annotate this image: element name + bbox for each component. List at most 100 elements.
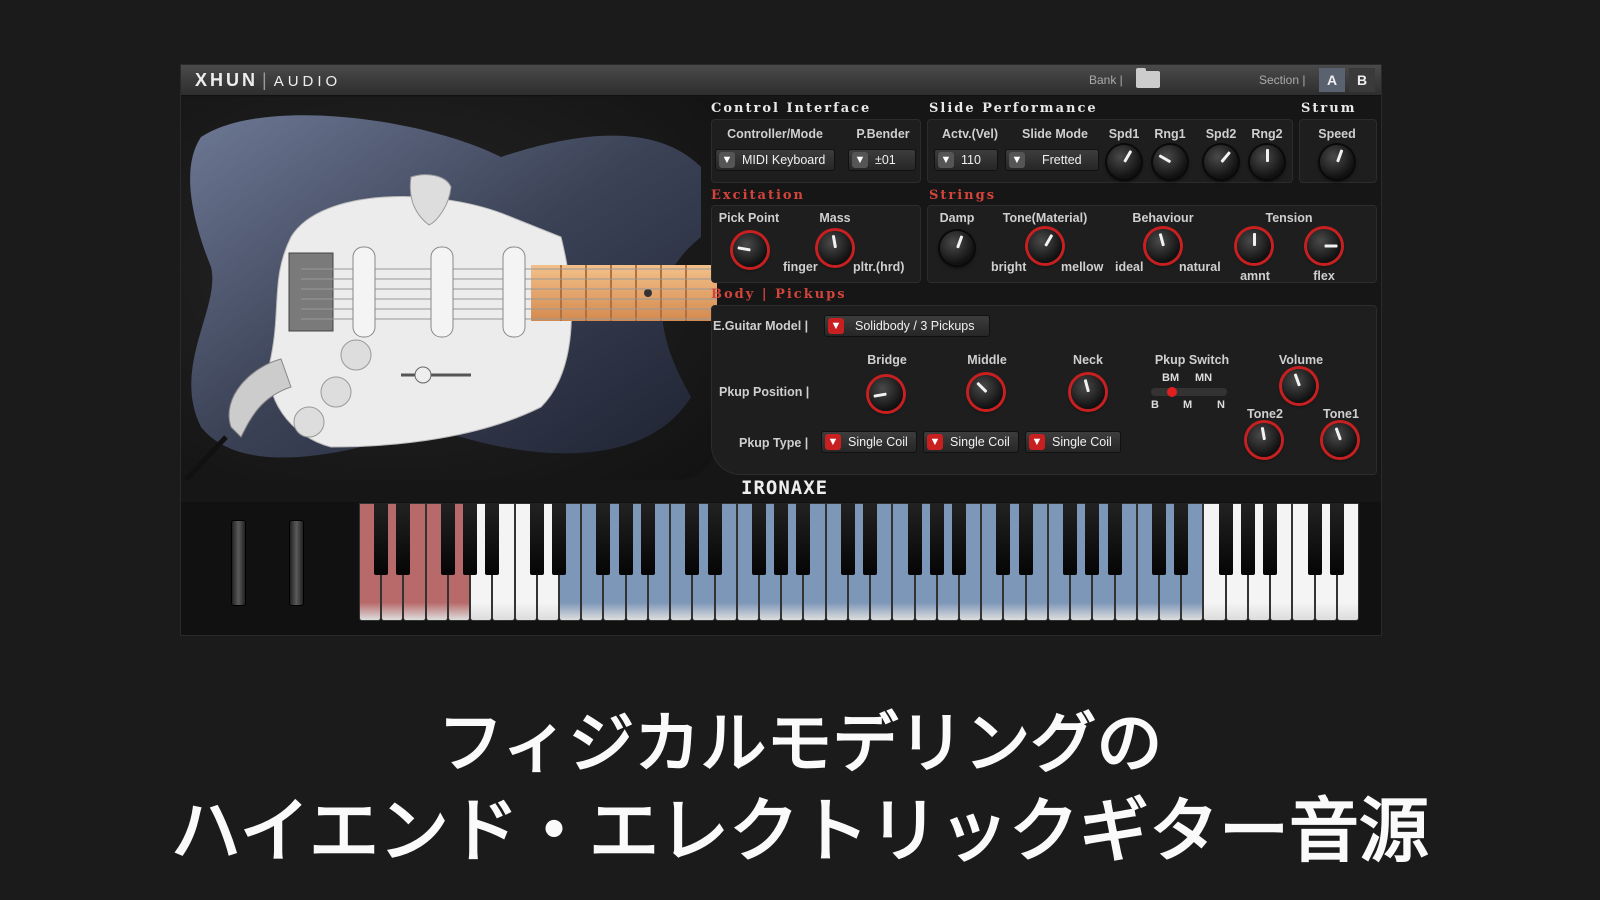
piano-black-key[interactable] (552, 503, 566, 575)
brand-logo: XHUN | AUDIO (195, 70, 341, 91)
spd1-knob[interactable] (1107, 145, 1141, 179)
piano-black-key[interactable] (463, 503, 478, 575)
piano-black-key[interactable] (485, 503, 500, 575)
tension-flex-knob[interactable] (1307, 229, 1341, 263)
piano-black-key[interactable] (440, 503, 455, 575)
piano-black-key[interactable] (863, 503, 878, 575)
knob-indicator (831, 234, 837, 249)
knob-indicator (1253, 233, 1256, 246)
slide-mode-dropdown[interactable]: ▼ Fretted (1005, 149, 1099, 171)
piano-black-key[interactable] (774, 503, 789, 575)
section-b-button[interactable]: B (1349, 68, 1375, 92)
piano-black-key[interactable] (374, 503, 389, 575)
piano-black-key[interactable] (1152, 503, 1166, 575)
piano-black-key[interactable] (840, 503, 855, 575)
mellow-label: mellow (1061, 260, 1104, 274)
folder-icon[interactable] (1136, 68, 1160, 88)
piano-black-key[interactable] (618, 503, 633, 575)
piano-black-key[interactable] (907, 503, 922, 575)
piano-black-key[interactable] (1174, 503, 1189, 575)
pkup-switch-handle[interactable] (1167, 387, 1177, 397)
pitch-wheel[interactable] (231, 520, 246, 606)
flex-label: flex (1313, 269, 1335, 283)
piano-black-key[interactable] (1018, 503, 1033, 575)
brand-separator: | (262, 70, 270, 90)
piano-black-key[interactable] (640, 503, 655, 575)
piano-black-key[interactable] (996, 503, 1011, 575)
actv-vel-dropdown[interactable]: ▼ 110 (934, 149, 998, 171)
bright-label: bright (991, 260, 1027, 274)
tension-amnt-knob[interactable] (1237, 229, 1271, 263)
volume-knob[interactable] (1282, 369, 1316, 403)
tone1-knob[interactable] (1323, 423, 1357, 457)
piano-black-key[interactable] (707, 503, 722, 575)
brand-main: XHUN (195, 70, 259, 90)
piano-black-key[interactable] (1063, 503, 1078, 575)
piano-black-key[interactable] (529, 503, 544, 575)
bridge-label: Bridge (867, 353, 907, 367)
chevron-down-icon: ▼ (938, 152, 954, 168)
piano-black-key[interactable] (1240, 503, 1255, 575)
piano-black-key[interactable] (596, 503, 611, 575)
controller-mode-dropdown[interactable]: ▼ MIDI Keyboard (715, 149, 835, 171)
pkup-switch-track[interactable] (1151, 388, 1227, 396)
pick-point-knob[interactable] (733, 233, 767, 267)
middle-knob[interactable] (969, 375, 1003, 409)
middle-label: Middle (967, 353, 1007, 367)
piano-black-key[interactable] (952, 503, 966, 575)
spd1-label: Spd1 (1108, 127, 1140, 141)
piano-black-key[interactable] (1085, 503, 1100, 575)
knob-indicator (1158, 154, 1172, 164)
pbender-dropdown[interactable]: ▼ ±01 (848, 149, 916, 171)
pkup-type-middle-dropdown[interactable]: ▼ Single Coil (923, 431, 1019, 453)
tension-label: Tension (1265, 211, 1313, 225)
piano-black-key[interactable] (1218, 503, 1233, 575)
damp-label: Damp (939, 211, 975, 225)
damp-knob[interactable] (940, 231, 974, 265)
strum-speed-knob[interactable] (1320, 145, 1354, 179)
piano-black-key[interactable] (1307, 503, 1322, 575)
eguitar-model-dropdown[interactable]: ▼ Solidbody / 3 Pickups (824, 315, 990, 337)
strum-title: Strum (1301, 101, 1357, 116)
knob-indicator (1324, 244, 1338, 248)
pkup-type-neck-dropdown[interactable]: ▼ Single Coil (1025, 431, 1121, 453)
strum-speed-label: Speed (1318, 127, 1356, 141)
piano-black-key[interactable] (796, 503, 811, 575)
knob-indicator (1044, 233, 1054, 247)
pkup-type-bridge-dropdown[interactable]: ▼ Single Coil (821, 431, 917, 453)
brand-sub: AUDIO (273, 73, 342, 90)
tone-material-knob[interactable] (1028, 229, 1062, 263)
neck-knob[interactable] (1071, 375, 1105, 409)
pkup-switch-label: Pkup Switch (1154, 353, 1230, 367)
mod-wheel[interactable] (289, 520, 304, 606)
piano-black-key[interactable] (1263, 503, 1278, 575)
mass-knob[interactable] (818, 231, 852, 265)
slide-mode-label: Slide Mode (1022, 127, 1088, 141)
behaviour-knob[interactable] (1146, 229, 1180, 263)
section-label: Section | (1259, 73, 1306, 87)
chevron-down-icon: ▼ (825, 434, 841, 450)
pkup-type-bridge-value: Single Coil (848, 435, 908, 449)
piano-black-key[interactable] (685, 503, 700, 575)
mass-label: Mass (819, 211, 851, 225)
natural-label: natural (1179, 260, 1221, 274)
knob-indicator (976, 381, 988, 394)
pltr-label: pltr.(hrd) (853, 260, 905, 274)
section-a-button[interactable]: A (1319, 68, 1345, 92)
chevron-down-icon: ▼ (852, 152, 868, 168)
rng2-knob[interactable] (1250, 145, 1284, 179)
bridge-knob[interactable] (869, 377, 903, 411)
tone2-knob[interactable] (1247, 423, 1281, 457)
piano-black-key[interactable] (1107, 503, 1122, 575)
eguitar-model-label: E.Guitar Model | (713, 319, 809, 333)
tone1-label: Tone1 (1323, 407, 1359, 421)
piano-black-key[interactable] (1329, 503, 1344, 575)
pkup-type-middle-value: Single Coil (950, 435, 1010, 449)
piano-black-key[interactable] (752, 503, 766, 575)
spd2-knob[interactable] (1204, 145, 1238, 179)
rng1-knob[interactable] (1153, 145, 1187, 179)
piano-black-key[interactable] (929, 503, 944, 575)
plugin-window: XHUN | AUDIO Bank | Section | A B Contro… (181, 65, 1381, 635)
ideal-label: ideal (1115, 260, 1144, 274)
piano-black-key[interactable] (396, 503, 411, 575)
